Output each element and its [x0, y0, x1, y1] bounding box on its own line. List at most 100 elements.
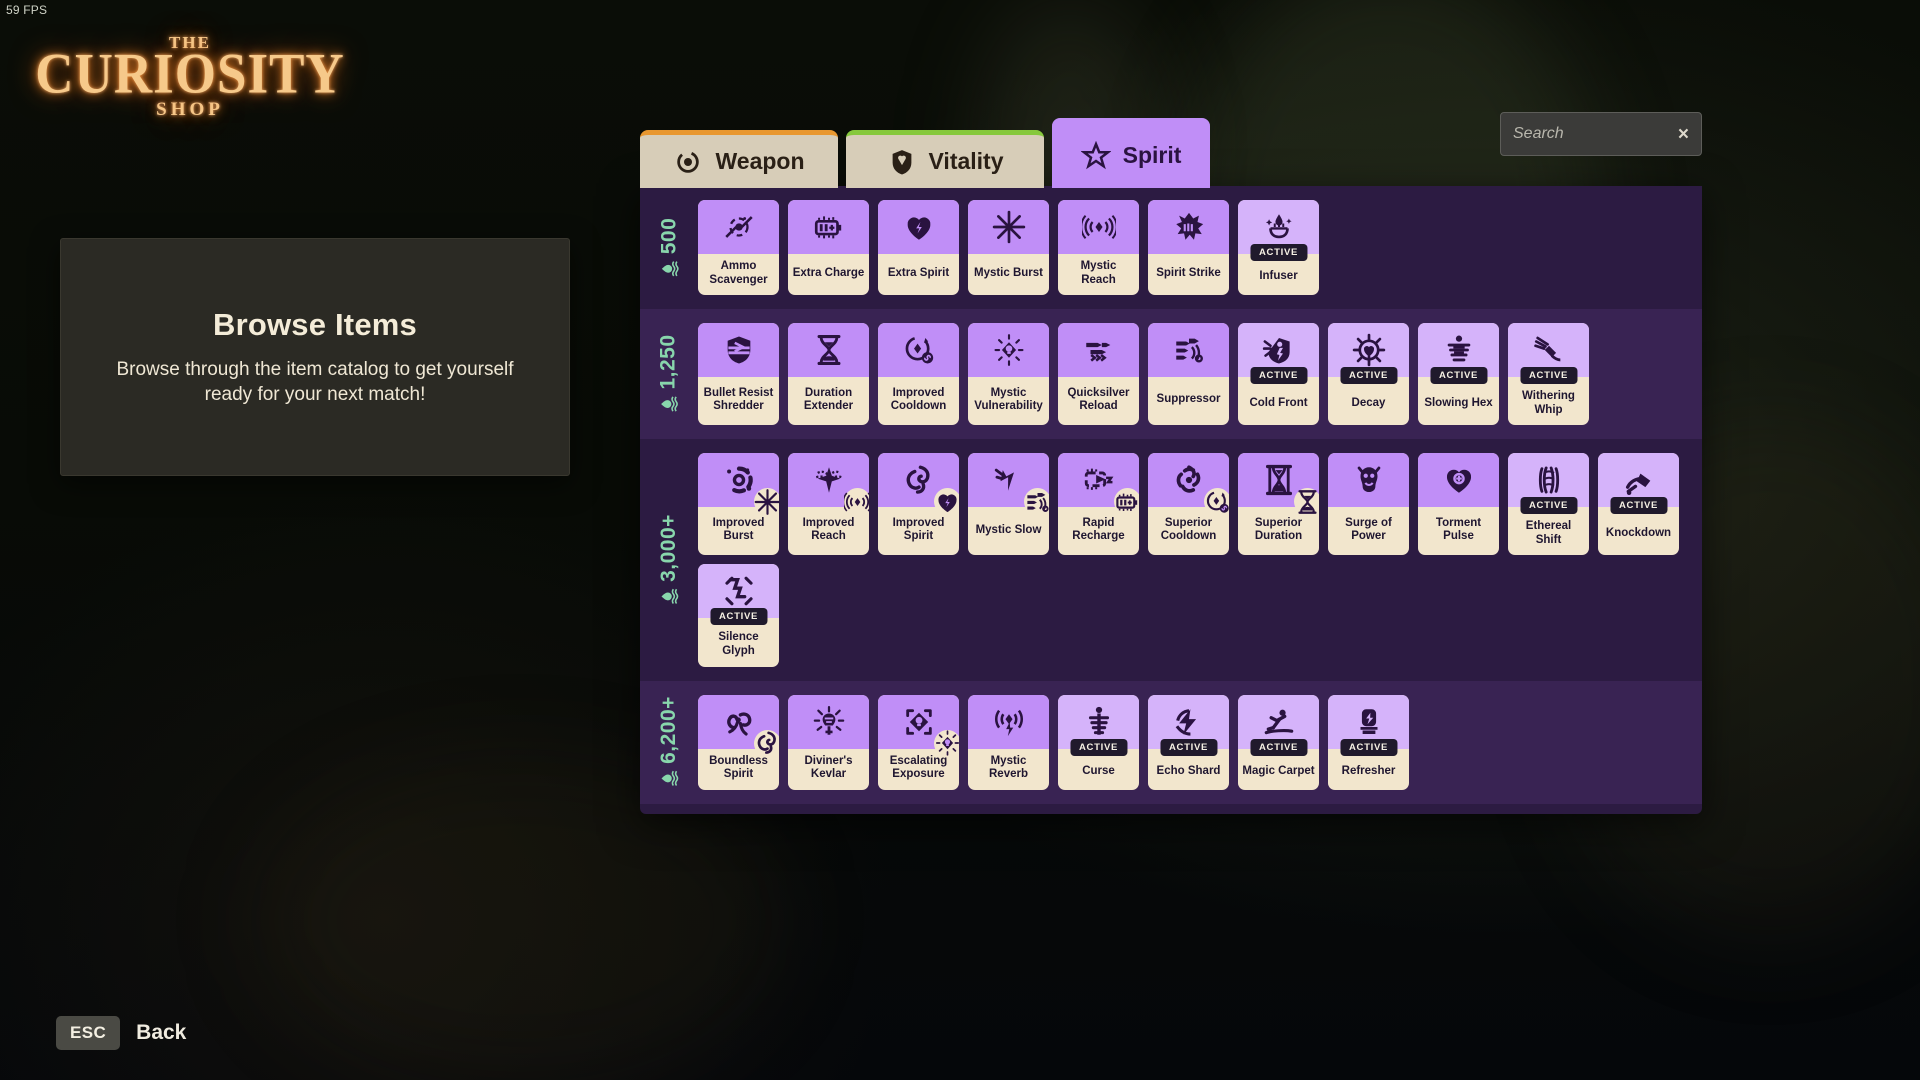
- active-badge: ACTIVE: [1520, 497, 1577, 514]
- item-card[interactable]: Surge of Power: [1328, 453, 1409, 555]
- active-badge: ACTIVE: [1340, 739, 1397, 756]
- tab-label: Spirit: [1123, 142, 1182, 169]
- item-card[interactable]: ACTIVECurse: [1058, 695, 1139, 790]
- item-card[interactable]: Spirit Strike: [1148, 200, 1229, 295]
- item-card[interactable]: Suppressor: [1148, 323, 1229, 425]
- mystic-slow-icon: [992, 463, 1026, 497]
- mystic-vulnerability-icon: [992, 333, 1026, 367]
- item-card[interactable]: Bullet Resist Shredder: [698, 323, 779, 425]
- item-card[interactable]: Improved Spirit: [878, 453, 959, 555]
- infuser-icon: [1262, 210, 1296, 244]
- fps-counter: 59 FPS: [6, 3, 47, 17]
- item-name: Mystic Reverb: [968, 749, 1049, 790]
- tier-price: 6,200+: [640, 695, 698, 790]
- item-icon-box: [1418, 453, 1499, 507]
- tier-price-amount: 500: [657, 217, 681, 254]
- item-name: Mystic Vulnerability: [968, 377, 1049, 425]
- item-card[interactable]: Mystic Burst: [968, 200, 1049, 295]
- browse-items-title: Browse Items: [213, 307, 417, 343]
- item-name: Torment Pulse: [1418, 507, 1499, 555]
- item-shop-panel: Search × Weapon Vitality Spirit 500 Ammo Sc…: [640, 118, 1702, 816]
- rapid-recharge-icon: [1082, 463, 1116, 497]
- item-name: Withering Whip: [1508, 377, 1589, 425]
- surge-of-power-icon: [1352, 463, 1386, 497]
- item-name: Improved Cooldown: [878, 377, 959, 425]
- item-icon-box: [1238, 453, 1319, 507]
- item-card[interactable]: ACTIVEMagic Carpet: [1238, 695, 1319, 790]
- item-icon-box: [878, 323, 959, 377]
- souls-icon: [660, 587, 679, 606]
- item-card[interactable]: ACTIVECold Front: [1238, 323, 1319, 425]
- item-name: Surge of Power: [1328, 507, 1409, 555]
- item-card[interactable]: Superior Cooldown: [1148, 453, 1229, 555]
- tab-weapon[interactable]: Weapon: [640, 130, 838, 188]
- tab-spirit[interactable]: Spirit: [1052, 118, 1210, 188]
- item-name: Slowing Hex: [1418, 377, 1499, 425]
- item-card[interactable]: Extra Charge: [788, 200, 869, 295]
- component-badge: [1204, 488, 1229, 515]
- item-card[interactable]: Mystic Reverb: [968, 695, 1049, 790]
- extra-charge-icon: [812, 210, 846, 244]
- component-badge: [844, 488, 869, 515]
- item-card[interactable]: ACTIVEWithering Whip: [1508, 323, 1589, 425]
- extra-charge-icon: [1114, 485, 1139, 519]
- item-card[interactable]: Boundless Spirit: [698, 695, 779, 790]
- browse-items-panel: Browse Items Browse through the item cat…: [60, 238, 570, 476]
- item-card[interactable]: ACTIVEInfuser: [1238, 200, 1319, 295]
- withering-whip-icon: [1532, 333, 1566, 367]
- item-card[interactable]: Duration Extender: [788, 323, 869, 425]
- item-card[interactable]: Mystic Slow: [968, 453, 1049, 555]
- superior-duration-icon: [1262, 463, 1296, 497]
- item-card[interactable]: ACTIVESlowing Hex: [1418, 323, 1499, 425]
- browse-items-description: Browse through the item catalog to get y…: [100, 357, 530, 407]
- back-control[interactable]: ESC Back: [56, 1016, 186, 1050]
- item-card[interactable]: Improved Burst: [698, 453, 779, 555]
- item-card[interactable]: ACTIVEEcho Shard: [1148, 695, 1229, 790]
- item-icon-box: [788, 695, 869, 749]
- item-name: Knockdown: [1598, 507, 1679, 555]
- item-card[interactable]: Escalating Exposure: [878, 695, 959, 790]
- game-screen: 59 FPS THE CURIOSITY SHOP Browse Items B…: [0, 0, 1920, 1080]
- item-card[interactable]: ACTIVERefresher: [1328, 695, 1409, 790]
- item-card[interactable]: Superior Duration: [1238, 453, 1319, 555]
- tier-price: 1,250: [640, 323, 698, 425]
- item-card[interactable]: Torment Pulse: [1418, 453, 1499, 555]
- item-card[interactable]: Extra Spirit: [878, 200, 959, 295]
- tab-label: Vitality: [929, 148, 1004, 175]
- slowing-hex-icon: [1442, 333, 1476, 367]
- item-card[interactable]: Improved Cooldown: [878, 323, 959, 425]
- item-card[interactable]: ACTIVESilence Glyph: [698, 564, 779, 666]
- item-icon-box: [1328, 453, 1409, 507]
- clear-search-icon[interactable]: ×: [1678, 125, 1689, 144]
- component-badge: [754, 488, 779, 515]
- item-card[interactable]: ACTIVEEthereal Shift: [1508, 453, 1589, 555]
- item-card[interactable]: ACTIVEKnockdown: [1598, 453, 1679, 555]
- suppressor-icon: [1024, 485, 1049, 519]
- item-card[interactable]: Diviner's Kevlar: [788, 695, 869, 790]
- active-badge: ACTIVE: [1070, 739, 1127, 756]
- quicksilver-reload-icon: [1082, 333, 1116, 367]
- item-name: Ethereal Shift: [1508, 507, 1589, 555]
- tab-vitality[interactable]: Vitality: [846, 130, 1044, 188]
- active-badge: ACTIVE: [1520, 367, 1577, 384]
- extra-spirit-icon: [902, 210, 936, 244]
- search-box[interactable]: Search ×: [1500, 112, 1702, 156]
- component-badge: [934, 730, 959, 757]
- item-icon-box: [968, 695, 1049, 749]
- item-card[interactable]: ACTIVEDecay: [1328, 323, 1409, 425]
- item-card[interactable]: Improved Reach: [788, 453, 869, 555]
- spirit-strike-icon: [1172, 210, 1206, 244]
- item-card[interactable]: Rapid Recharge: [1058, 453, 1139, 555]
- item-card[interactable]: Ammo Scavenger: [698, 200, 779, 295]
- mystic-burst-icon: [754, 485, 779, 519]
- ethereal-shift-icon: [1532, 463, 1566, 497]
- item-card[interactable]: Mystic Reach: [1058, 200, 1139, 295]
- component-badge: [934, 488, 959, 515]
- item-name: Suppressor: [1148, 377, 1229, 425]
- item-icon-box: [788, 323, 869, 377]
- active-badge: ACTIVE: [1340, 367, 1397, 384]
- item-card[interactable]: Mystic Vulnerability: [968, 323, 1049, 425]
- search-input[interactable]: Search: [1513, 125, 1678, 143]
- item-card[interactable]: Quicksilver Reload: [1058, 323, 1139, 425]
- item-icon-box: [698, 695, 779, 749]
